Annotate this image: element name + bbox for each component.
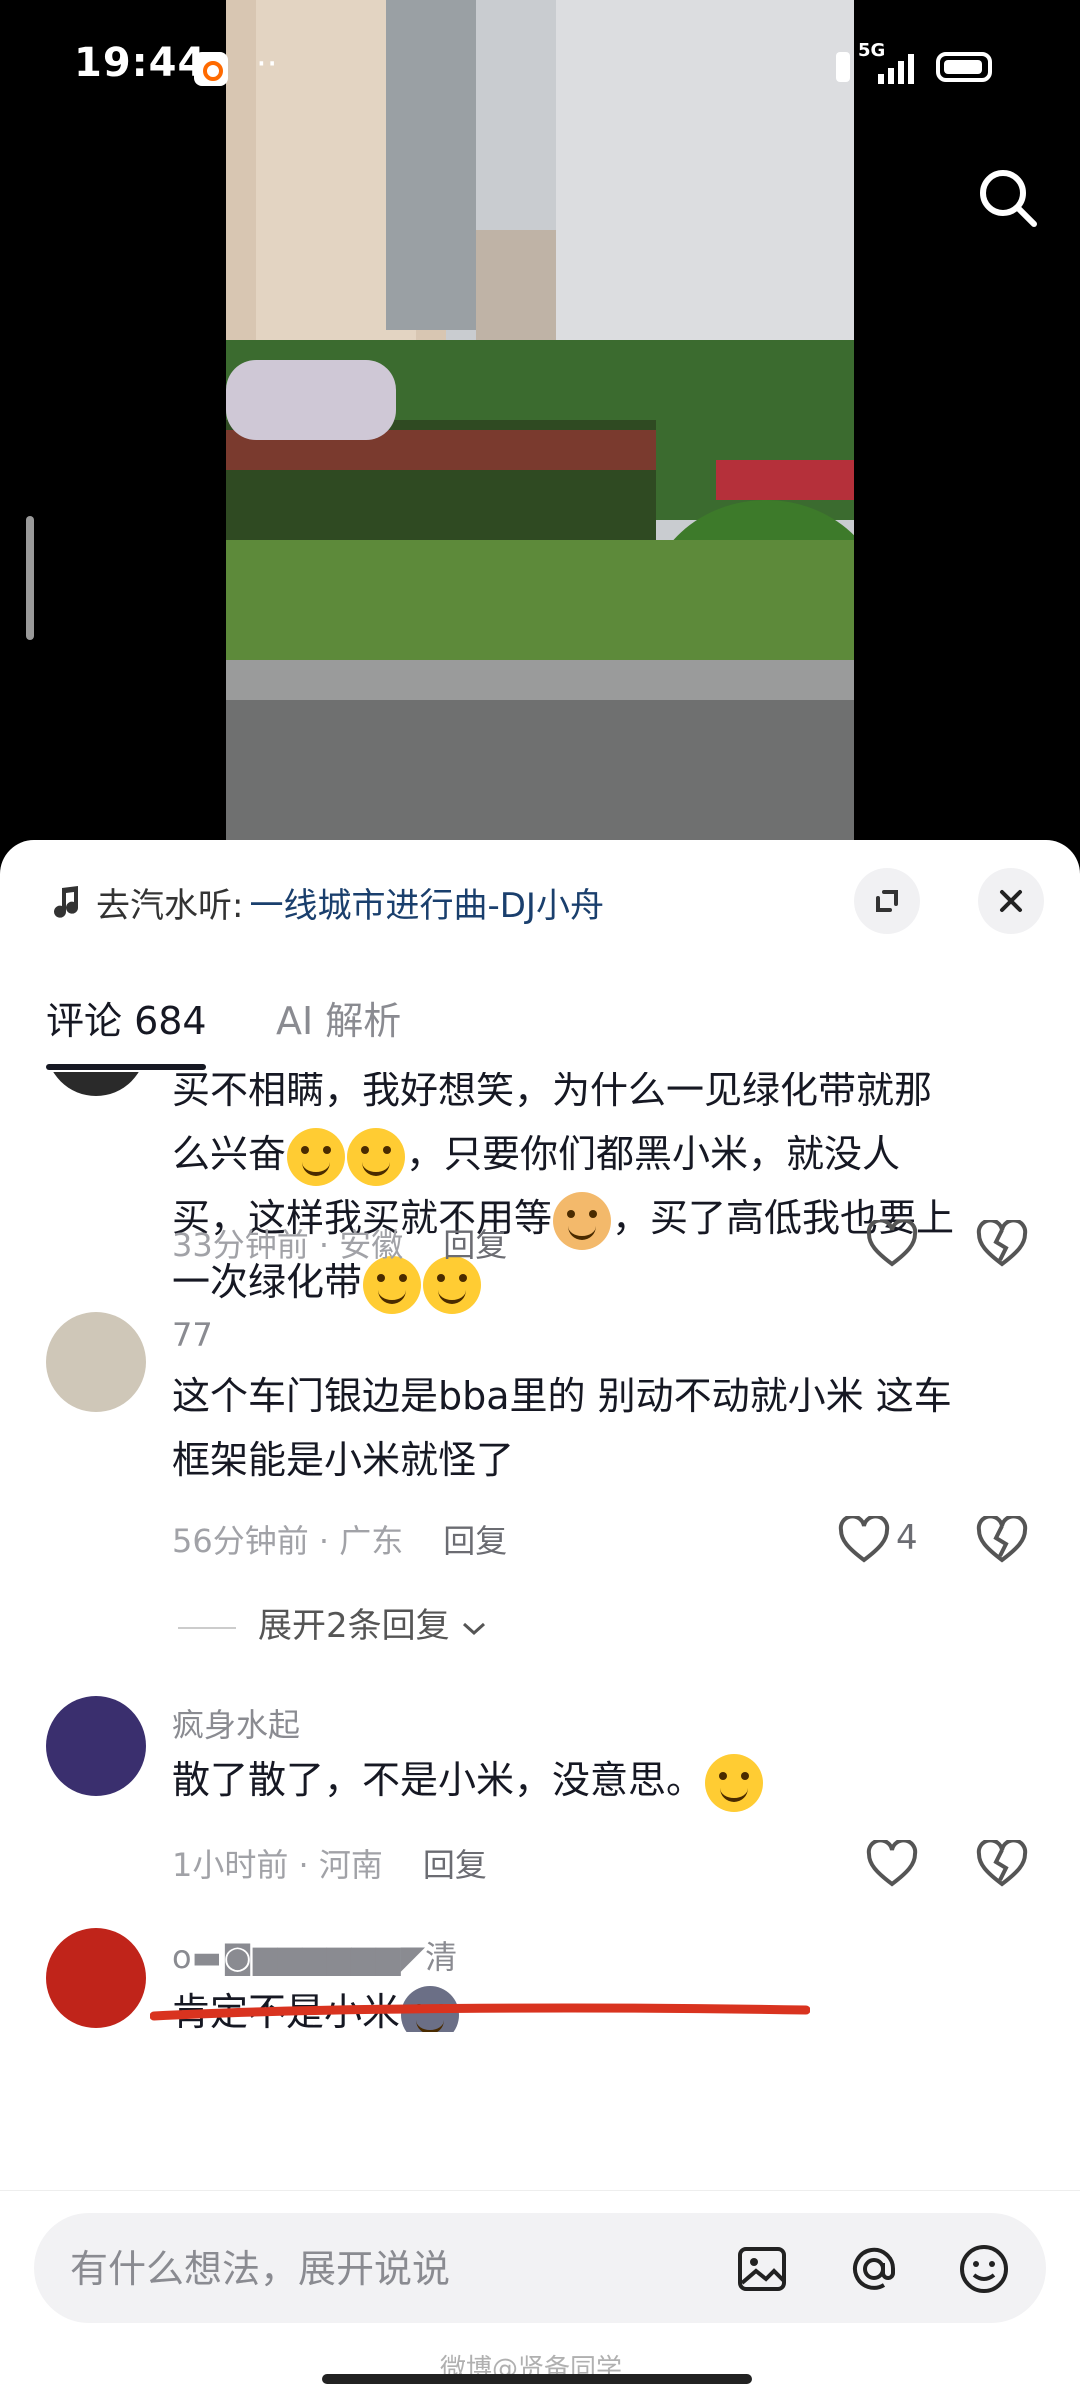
comment-location: 河南: [318, 1846, 383, 1884]
grin-sweat-emoji-icon: [347, 1127, 406, 1186]
reply-button[interactable]: 回复: [423, 1846, 487, 1884]
pouting-emoji-icon: [705, 1753, 764, 1812]
signal-icon: [878, 54, 914, 84]
comment-text: 散了散了，不是小米，没意思。: [172, 1748, 1020, 1812]
comment-meta: 1小时前 · 河南 回复: [172, 1840, 487, 1886]
comment-line: 这个车门银边是bba里的 别动不动就小米 这车: [172, 1374, 952, 1418]
comment-list[interactable]: 买不相瞒，我好想笑，为什么一见绿化带就那 么兴奋 ，只要你们都黑小米，就没人 买，…: [0, 1072, 1080, 2032]
battery-icon: [936, 52, 992, 82]
comment-text: 这个车门银边是bba里的 别动不动就小米 这车 框架能是小米就怪了: [172, 1364, 1020, 1492]
music-link[interactable]: 去汽水听: 一线城市进行曲-DJ小舟: [48, 878, 604, 927]
avatar[interactable]: [46, 1696, 146, 1796]
divider: [178, 1626, 236, 1629]
comment-text: 买不相瞒，我好想笑，为什么一见绿化带就那 么兴奋 ，只要你们都黑小米，就没人 买，…: [172, 1072, 1020, 1314]
comment-time: 1小时前: [172, 1846, 289, 1884]
comment-fragment: 么兴奋: [172, 1132, 287, 1176]
avatar[interactable]: [46, 1928, 146, 2028]
grin-sweat-emoji-icon: [287, 1127, 346, 1186]
comment-username[interactable]: o▬◙▆▆▆▆▆▆◤清: [172, 1932, 457, 1978]
close-icon: [1000, 890, 1022, 912]
status-time: 19:44: [74, 40, 207, 86]
separator: ·: [318, 1522, 330, 1560]
music-title[interactable]: 一线城市进行曲-DJ小舟: [249, 878, 603, 927]
comment-input[interactable]: [68, 2213, 712, 2325]
dislike-icon[interactable]: [976, 1840, 1028, 1888]
comment-fragment: 散了散了，不是小米，没意思。: [172, 1758, 705, 1802]
dislike-icon[interactable]: [976, 1516, 1028, 1564]
comment-time: 56分钟前: [172, 1522, 309, 1560]
status-bar: 19:44 ·· 5G: [0, 0, 1080, 140]
heart-icon[interactable]: [838, 1516, 890, 1564]
reply-button[interactable]: 回复: [443, 1522, 507, 1560]
status-more-dots: ··: [256, 44, 278, 84]
comment-time: 33分钟前: [172, 1226, 309, 1264]
comment-tabs: 评论 684 AI 解析: [0, 990, 1080, 1070]
red-underline-annotation: [150, 2003, 810, 2021]
separator: ·: [298, 1846, 309, 1884]
search-icon[interactable]: [976, 166, 1040, 230]
avatar[interactable]: [46, 1312, 146, 1412]
heart-icon[interactable]: [866, 1840, 918, 1888]
expand-replies-label: 展开2条回复: [258, 1606, 450, 1646]
comment-line: 框架能是小米就怪了: [172, 1438, 515, 1482]
comment-fragment: ，只要你们都黑小米，就没人: [406, 1132, 901, 1176]
comment-line: 买不相瞒，我好想笑，为什么一见绿化带就那: [172, 1072, 933, 1112]
emoji-icon[interactable]: [956, 2241, 1012, 2297]
comment-sheet: 去汽水听: 一线城市进行曲-DJ小舟 评论 684 AI 解析 买不相瞒，我好想…: [0, 840, 1080, 2400]
dislike-icon[interactable]: [976, 1220, 1028, 1268]
comment-location: 广东: [339, 1522, 404, 1560]
comment-input-box[interactable]: [34, 2213, 1046, 2325]
comment-username[interactable]: 疯身水起: [172, 1700, 300, 1746]
comment-meta: 56分钟前 · 广东 回复: [172, 1516, 507, 1562]
close-button[interactable]: [978, 868, 1044, 934]
heart-icon[interactable]: [866, 1220, 918, 1268]
active-tab-underline: [46, 1064, 206, 1070]
expand-replies-button[interactable]: 展开2条回复: [178, 1598, 488, 1647]
home-indicator[interactable]: [322, 2374, 752, 2384]
music-prefix: 去汽水听:: [96, 885, 244, 926]
tab-comments[interactable]: 评论 684: [46, 990, 207, 1045]
app-notification-icon: [194, 52, 228, 86]
comment-line: 么兴奋 ，只要你们都黑小米，就没人: [172, 1122, 1020, 1186]
image-icon[interactable]: [734, 2241, 790, 2297]
collapse-icon: [876, 890, 898, 912]
collapse-button[interactable]: [854, 868, 920, 934]
music-note-icon: [54, 886, 78, 918]
tab-ai-analysis[interactable]: AI 解析: [276, 990, 401, 1045]
avatar[interactable]: [46, 1072, 146, 1096]
comment-meta: 33分钟前 · 安徽 回复: [172, 1220, 507, 1266]
doge-emoji-icon: [553, 1191, 612, 1250]
comment-username[interactable]: 77: [172, 1316, 213, 1354]
sim-icon: [836, 52, 850, 82]
like-count: 4: [896, 1518, 918, 1558]
comment-location: 安徽: [339, 1226, 404, 1264]
comment-line: 散了散了，不是小米，没意思。: [172, 1748, 1020, 1812]
at-icon[interactable]: [846, 2241, 902, 2297]
separator: ·: [318, 1226, 330, 1264]
side-scroll-indicator: [26, 516, 34, 640]
chevron-down-icon: [463, 1622, 486, 1635]
reply-button[interactable]: 回复: [443, 1226, 507, 1264]
comment-fragment: 一次绿化带: [172, 1260, 363, 1304]
